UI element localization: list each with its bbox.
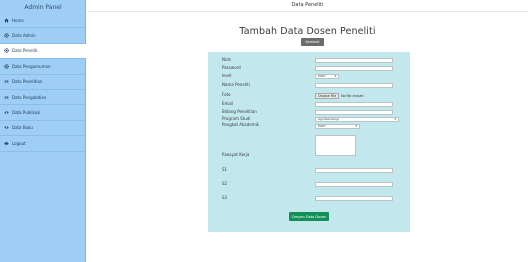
riwayat-kerja-label: Riwayat Kerja [222, 152, 250, 157]
home-icon [3, 18, 9, 23]
sidebar-item-label: Logout [12, 140, 26, 146]
chevron-down-icon: ▾ [334, 74, 336, 78]
sidebar-item-data-pengabdian[interactable]: Data Pengabdian [0, 90, 86, 106]
level-select-value: PILIH [318, 74, 326, 78]
sidebar-item-logout[interactable]: Logout [0, 136, 86, 152]
s1-field[interactable] [315, 168, 393, 173]
email-field[interactable] [315, 102, 393, 107]
top-bar: Data Peneliti [87, 0, 528, 12]
header-title: Data Peneliti [291, 2, 324, 8]
choose-file-button[interactable]: Choose File [315, 92, 340, 99]
gear-icon [3, 48, 9, 54]
gear-icon [3, 64, 9, 69]
eye-icon [3, 110, 9, 115]
gear-icon [3, 33, 9, 38]
password-label: Password [222, 65, 241, 70]
sidebar-item-data-peneliti[interactable]: Data Peneliti [0, 43, 86, 60]
save-button[interactable]: Simpan Data Dosen [289, 212, 329, 221]
sidebar-item-data-pengumuman[interactable]: Data Pengumuman [0, 59, 86, 75]
sidebar-item-data-penelitian[interactable]: Data Penelitian [0, 75, 86, 90]
program-studi-value: Agroteknologi [318, 117, 339, 121]
chevron-down-icon: ▾ [394, 117, 396, 121]
program-studi-select[interactable]: Agroteknologi ▾ [315, 117, 399, 122]
bidang-penelitian-field[interactable] [315, 110, 393, 115]
sidebar: Admin Panel Home Data Admin Data Penelit… [0, 0, 86, 262]
foto-label: Foto [222, 92, 231, 97]
sidebar-item-label: Data Pengabdian [12, 94, 47, 100]
chevron-down-icon: ▾ [355, 124, 357, 128]
program-studi-label: Program Studi [222, 116, 251, 121]
s2-label: S2 [222, 181, 228, 186]
nidn-field[interactable] [315, 58, 393, 63]
level-select[interactable]: PILIH ▾ [315, 74, 339, 79]
sidebar-item-label: Data Publikasi [12, 110, 41, 116]
bidang-penelitian-label: Bidang Penelitian [222, 109, 257, 114]
sidebar-item-label: Data Admin [12, 33, 36, 39]
sidebar-title: Admin Panel [24, 4, 62, 11]
s3-field[interactable] [315, 196, 393, 201]
page-title: Tambah Data Dosen Peneliti [239, 26, 376, 37]
eye-icon [3, 125, 9, 130]
pangkat-akademik-label: Pangkat Akademik [222, 122, 260, 127]
sidebar-item-label: Data Buku [12, 125, 33, 131]
foto-file-input[interactable]: Choose File No file chosen [315, 92, 393, 99]
eye-icon [3, 95, 9, 100]
sidebar-item-home[interactable]: Home [0, 13, 86, 29]
sidebar-item-data-publikasi[interactable]: Data Publikasi [0, 105, 86, 121]
sidebar-item-label: Home [12, 17, 24, 23]
logout-icon [3, 141, 9, 146]
file-status: No file chosen [341, 93, 364, 98]
s3-label: S3 [222, 195, 228, 200]
password-field[interactable] [315, 66, 393, 71]
sidebar-item-label: Data Pengumuman [12, 63, 51, 69]
sidebar-nav: Home Data Admin Data Peneliti Data Pengu… [0, 13, 86, 152]
eye-icon [3, 79, 9, 84]
sidebar-item-label: Data Penelitian [12, 79, 43, 85]
back-button[interactable]: Kembali [301, 38, 324, 46]
nidn-label: Nidn [222, 57, 232, 62]
email-label: Email [222, 101, 234, 106]
sidebar-item-label: Data Peneliti [12, 48, 38, 54]
level-label: level [222, 73, 232, 78]
nama-peneliti-label: Nama Peneliti [222, 82, 250, 87]
s2-field[interactable] [315, 182, 393, 187]
nama-peneliti-field[interactable] [315, 83, 393, 88]
sidebar-item-data-admin[interactable]: Data Admin [0, 28, 86, 44]
riwayat-kerja-textarea[interactable] [315, 135, 356, 156]
pangkat-akademik-value: PILIH [318, 124, 326, 128]
pangkat-akademik-select[interactable]: PILIH ▾ [315, 124, 360, 129]
form-panel: Nidn Password level PILIH ▾ Nama Penelit… [208, 52, 410, 232]
s1-label: S1 [222, 167, 228, 172]
sidebar-item-data-buku[interactable]: Data Buku [0, 121, 86, 137]
